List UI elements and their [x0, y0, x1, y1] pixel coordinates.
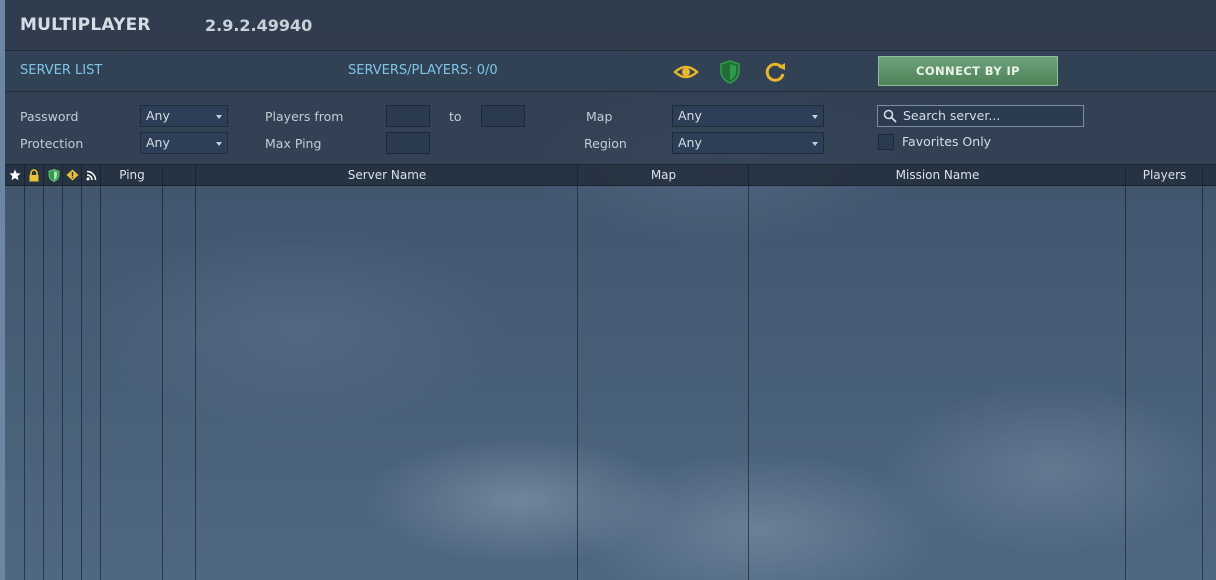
column-divider: [748, 165, 749, 580]
shield-icon[interactable]: [717, 59, 743, 85]
search-icon: [883, 109, 897, 123]
column-divider: [162, 165, 163, 580]
servers-players-count: SERVERS/PLAYERS: 0/0: [348, 63, 498, 78]
players-to-input[interactable]: [481, 105, 525, 127]
region-select[interactable]: Any: [672, 132, 824, 154]
lock-icon[interactable]: [25, 165, 43, 185]
password-label: Password: [20, 109, 79, 124]
title-bar: MULTIPLAYER 2.9.2.49940: [5, 0, 1216, 51]
column-divider: [62, 165, 63, 580]
players-from-label: Players from: [265, 109, 344, 124]
region-label: Region: [584, 136, 627, 151]
protection-label: Protection: [20, 136, 84, 151]
chevron-down-icon: [812, 142, 818, 146]
column-divider: [1125, 165, 1126, 580]
column-players[interactable]: Players: [1126, 165, 1203, 185]
column-map[interactable]: Map: [578, 165, 749, 185]
password-select-value: Any: [146, 108, 170, 123]
max-ping-label: Max Ping: [265, 136, 322, 151]
column-divider: [81, 165, 82, 580]
toolbar: SERVER LIST SERVERS/PLAYERS: 0/0 CONNECT…: [5, 51, 1216, 92]
multiplayer-window: MULTIPLAYER 2.9.2.49940 SERVER LIST SERV…: [5, 0, 1216, 580]
column-divider: [43, 165, 44, 580]
favorites-only-checkbox[interactable]: [878, 134, 894, 150]
region-select-value: Any: [678, 135, 702, 150]
chevron-down-icon: [812, 115, 818, 119]
to-label: to: [449, 109, 462, 124]
column-mission-name[interactable]: Mission Name: [749, 165, 1126, 185]
search-placeholder: Search server...: [903, 108, 1001, 123]
search-input[interactable]: Search server...: [877, 105, 1084, 127]
chevron-down-icon: [216, 142, 222, 146]
password-select[interactable]: Any: [140, 105, 228, 127]
page-title: MULTIPLAYER: [20, 15, 151, 35]
column-divider: [24, 165, 25, 580]
column-server-name[interactable]: Server Name: [196, 165, 578, 185]
version-label: 2.9.2.49940: [205, 16, 313, 35]
players-from-input[interactable]: [386, 105, 430, 127]
map-select[interactable]: Any: [672, 105, 824, 127]
map-select-value: Any: [678, 108, 702, 123]
signal-icon[interactable]: [82, 165, 101, 185]
refresh-icon[interactable]: [762, 59, 788, 85]
server-list-table: [5, 186, 1216, 580]
star-icon[interactable]: [7, 165, 23, 185]
map-label: Map: [586, 109, 613, 124]
column-ping[interactable]: Ping: [101, 165, 163, 185]
server-list-tab[interactable]: SERVER LIST: [20, 63, 102, 78]
column-divider: [577, 165, 578, 580]
favorites-only-label[interactable]: Favorites Only: [902, 134, 991, 149]
column-divider: [1202, 165, 1203, 580]
table-header: Ping Server Name Map Mission Name Player…: [5, 165, 1216, 186]
eye-icon[interactable]: [673, 59, 699, 85]
max-ping-input[interactable]: [386, 132, 430, 154]
connect-by-ip-button[interactable]: CONNECT BY IP: [878, 56, 1058, 86]
column-divider: [100, 165, 101, 580]
shield-icon[interactable]: [44, 165, 63, 185]
column-divider: [195, 165, 196, 580]
filter-panel: Password Any Protection Any Players from…: [5, 92, 1216, 165]
chevron-down-icon: [216, 115, 222, 119]
warning-icon[interactable]: [63, 165, 82, 185]
protection-select-value: Any: [146, 135, 170, 150]
protection-select[interactable]: Any: [140, 132, 228, 154]
